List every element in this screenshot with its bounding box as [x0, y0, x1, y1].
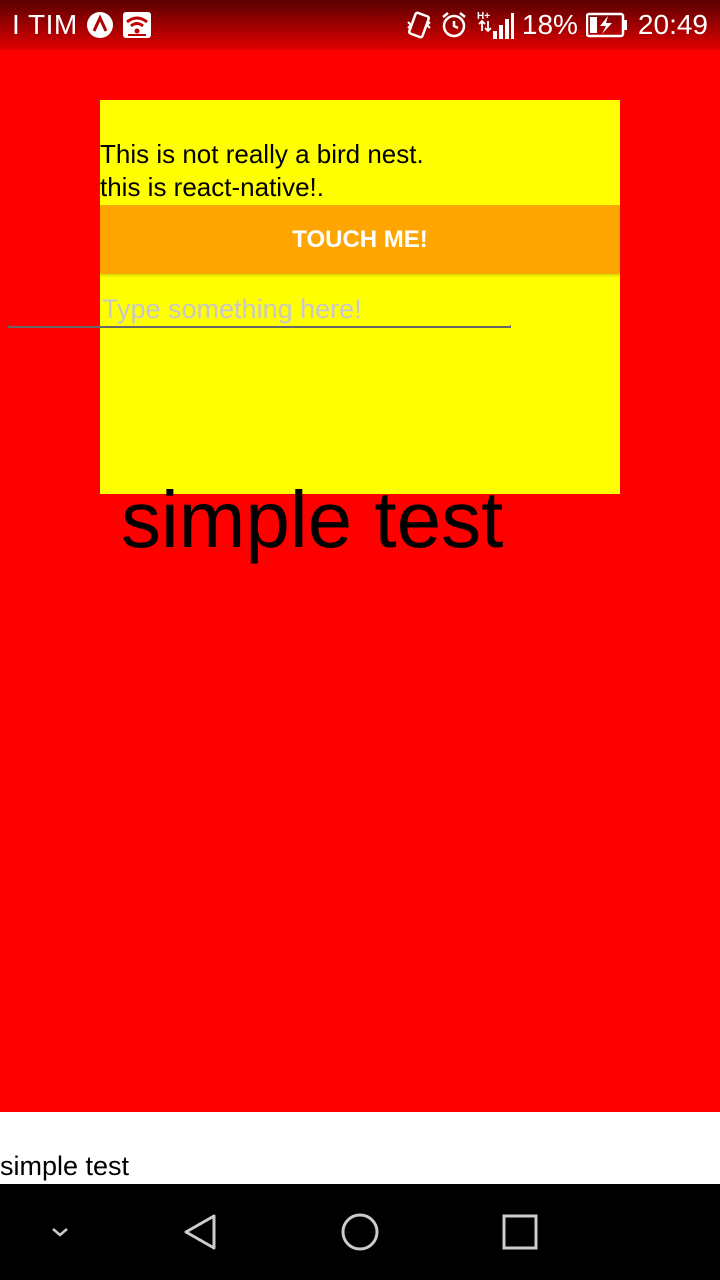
signal-icon: H+ [476, 9, 514, 41]
navigation-bar [0, 1184, 720, 1280]
carrier-label: I TIM [12, 9, 78, 40]
app-a-icon [86, 11, 114, 39]
input-underline [8, 325, 511, 328]
content-card: This is not really a bird nest. this is … [100, 100, 620, 564]
clock: 20:49 [637, 9, 708, 40]
simple-test-heading: simple test [121, 475, 504, 564]
home-icon[interactable] [330, 1184, 390, 1280]
back-icon[interactable] [170, 1184, 230, 1280]
battery-charging-icon [585, 12, 628, 38]
bottom-bar: simple test [0, 1112, 720, 1184]
status-left: I TIM [12, 9, 152, 41]
intro-text: This is not really a bird nest. this is … [100, 139, 424, 202]
svg-text:H+: H+ [477, 11, 490, 22]
bottom-text: simple test [0, 1151, 130, 1181]
wifi-icon [122, 11, 152, 39]
battery-percent: 18% [521, 9, 578, 40]
touch-me-button[interactable]: TOUCH ME! [100, 205, 620, 274]
status-bar: I TIM H+ 18% 20:49 [0, 0, 720, 50]
chevron-down-icon[interactable] [30, 1184, 90, 1280]
alarm-icon [440, 11, 468, 39]
recents-icon[interactable] [490, 1184, 550, 1280]
text-input-field[interactable] [100, 288, 614, 330]
vibrate-icon [406, 10, 432, 40]
status-right: H+ 18% 20:49 [406, 9, 708, 41]
